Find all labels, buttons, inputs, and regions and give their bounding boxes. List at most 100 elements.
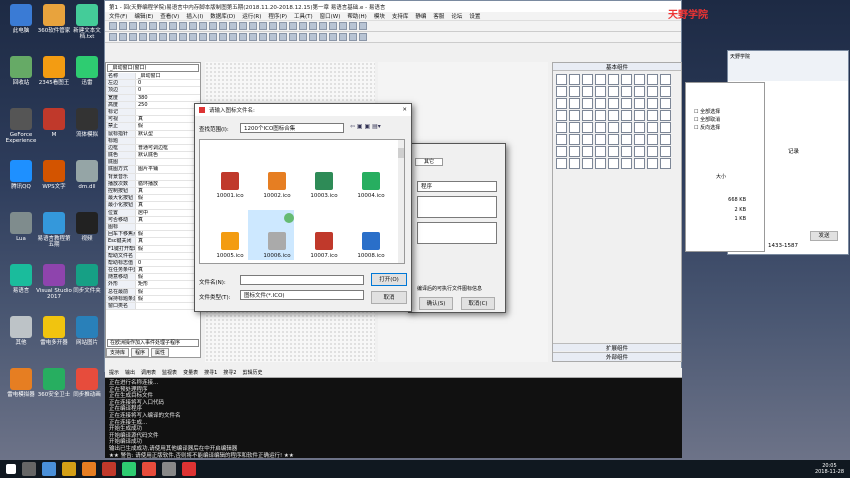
property-row[interactable]: 在任务条中显示真 [106,267,200,275]
file-item[interactable]: 10002.ico [257,172,297,199]
component-icon[interactable] [621,134,632,145]
component-icon[interactable] [634,158,645,169]
event-selector[interactable]: 在欧洲操作加入事件处理子程序 [107,339,199,347]
component-icon[interactable] [556,98,567,109]
property-row[interactable]: 可视真 [106,116,200,124]
component-icon[interactable] [608,86,619,97]
component-icon[interactable] [582,146,593,157]
filetype-select[interactable]: 图标文件(*.ICO) [240,290,364,300]
output-tab[interactable]: 监视表 [162,368,177,377]
output-tab[interactable]: 调用表 [141,368,156,377]
toolbar-icon[interactable] [339,33,347,41]
menu-item[interactable]: 窗口(W) [320,12,341,20]
output-tab[interactable]: 搜寻2 [223,368,236,377]
left-tab[interactable]: 程序 [131,348,150,357]
palette-external[interactable]: 外部组件 [553,352,681,361]
component-icon[interactable] [608,74,619,85]
desktop-icon[interactable]: 同步推动画 [68,368,106,408]
output-tab[interactable]: 搜寻1 [204,368,217,377]
property-row[interactable]: 标题 [106,137,200,145]
toolbar-icon[interactable] [279,22,287,30]
component-icon[interactable] [582,110,593,121]
toolbar-icon[interactable] [129,22,137,30]
property-row[interactable]: 名称 _启动窗口 [106,73,200,81]
desktop-icon[interactable]: 新建文本文档.txt [68,4,106,44]
toolbar-icon[interactable] [139,22,147,30]
property-row[interactable]: 图标 [106,223,200,232]
property-row[interactable]: 底图方式 图片平铺 [106,166,200,174]
clock[interactable]: 20:05 2018-11-28 [815,463,844,475]
component-icon[interactable] [608,98,619,109]
toolbar-icon[interactable] [179,33,187,41]
output-tab[interactable]: 输出 [125,368,135,377]
taskbar-app-icon[interactable] [62,462,76,476]
menu-item[interactable]: 静编 [415,12,426,20]
component-icon[interactable] [582,74,593,85]
property-row[interactable]: 保持标题条激活假 [106,295,200,303]
toolbar-icon[interactable] [199,33,207,41]
toolbar-icon[interactable] [299,33,307,41]
toolbar-icon[interactable] [119,22,127,30]
component-icon[interactable] [660,86,671,97]
file-item[interactable]: 10006.ico [257,232,297,259]
component-icon[interactable] [608,110,619,121]
component-icon[interactable] [569,74,580,85]
component-icon[interactable] [595,134,606,145]
component-icon[interactable] [621,110,632,121]
toolbar-icon[interactable] [329,22,337,30]
property-row[interactable]: 回车下移焦点假 [106,231,200,239]
toolbar-icon[interactable] [169,22,177,30]
component-icon[interactable] [608,158,619,169]
select-all[interactable]: ☐ 全部选择 ☐ 全部取消 ☐ 反向选择 [686,83,764,132]
taskbar-app-icon[interactable] [142,462,156,476]
toolbar-icon[interactable] [149,33,157,41]
left-tab[interactable]: 支持库 [106,348,130,357]
property-panel-title[interactable]: _启动窗口(窗口) [107,64,199,72]
component-icon[interactable] [569,134,580,145]
toolbar-icon[interactable] [209,22,217,30]
component-icon[interactable] [621,86,632,97]
component-icon[interactable] [595,146,606,157]
file-list[interactable]: 10001.ico 10002.ico 10003.ico 10004.ico 1000… [199,139,405,264]
component-icon[interactable] [660,74,671,85]
property-row[interactable]: 最小化按钮真 [106,202,200,210]
toolbar-icon[interactable] [229,22,237,30]
property-row[interactable]: F1键打开帮助假 [106,245,200,253]
settings-tab[interactable]: 其它 [415,158,443,166]
property-row[interactable]: 最大化按钮假 [106,195,200,203]
output-tab[interactable]: 提示 [109,368,119,377]
close-icon[interactable]: ✕ [402,107,407,113]
component-icon[interactable] [660,134,671,145]
component-icon[interactable] [608,122,619,133]
settings-field-2[interactable] [417,196,497,218]
component-icon[interactable] [556,122,567,133]
file-item[interactable]: 10004.ico [351,172,391,199]
component-icon[interactable] [608,134,619,145]
property-row[interactable]: 鼠标指针 默认型 [106,130,200,138]
component-icon[interactable] [647,122,658,133]
menu-item[interactable]: 客服 [433,12,444,20]
property-row[interactable]: 边框 普通可调边框 [106,144,200,153]
component-icon[interactable] [634,98,645,109]
component-icon[interactable] [621,98,632,109]
component-icon[interactable] [595,122,606,133]
taskbar-app-icon[interactable] [122,462,136,476]
file-item[interactable]: 10008.ico [351,232,391,259]
component-icon[interactable] [647,74,658,85]
filename-input[interactable] [240,275,364,285]
desktop-icon[interactable]: 网站图片 [68,316,106,356]
menu-item[interactable]: 程序(P) [268,12,287,20]
toolbar-icon[interactable] [159,22,167,30]
component-icon[interactable] [595,110,606,121]
menu-item[interactable]: 帮助(H) [347,12,366,20]
toolbar-icon[interactable] [209,33,217,41]
property-row[interactable]: 外形 矩形 [106,281,200,289]
toolbar-icon[interactable] [329,33,337,41]
toolbar-icon[interactable] [229,33,237,41]
component-icon[interactable] [634,146,645,157]
property-row[interactable]: 随意移动假 [106,274,200,282]
component-icon[interactable] [660,110,671,121]
toolbar-icon[interactable] [279,33,287,41]
component-icon[interactable] [556,74,567,85]
component-icon[interactable] [569,122,580,133]
